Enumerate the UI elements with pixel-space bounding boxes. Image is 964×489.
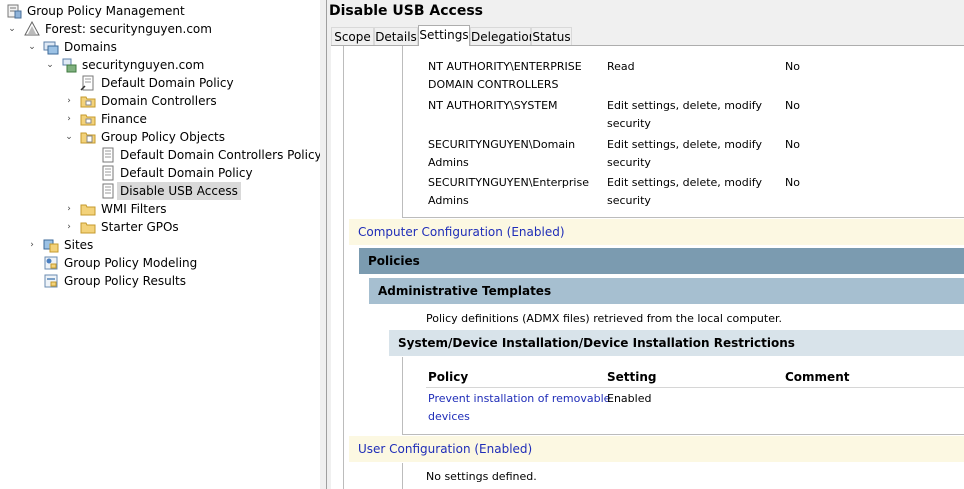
delegation-inherited: No xyxy=(785,99,800,112)
tree-node-gpo[interactable]: Default Domain Policy xyxy=(0,164,320,182)
domain-icon xyxy=(62,58,77,73)
gpo-folder-icon xyxy=(80,132,96,144)
policies-heading[interactable]: Policies xyxy=(359,248,964,274)
tab-scope[interactable]: Scope xyxy=(331,27,374,45)
chevron-right-icon[interactable]: › xyxy=(64,114,74,124)
delegation-name: NT AUTHORITY\ENTERPRISE DOMAIN CONTROLLER… xyxy=(428,60,582,91)
settings-report[interactable]: NT AUTHORITY\ENTERPRISE DOMAIN CONTROLLER… xyxy=(331,45,964,489)
gpo-icon xyxy=(102,147,114,163)
delegation-permission: Edit settings, delete, modify security xyxy=(607,176,762,207)
folder-icon xyxy=(80,222,96,234)
tree-node-finance[interactable]: › Finance xyxy=(0,110,320,128)
delegation-name: SECURITYNGUYEN\Enterprise Admins xyxy=(428,176,589,207)
chevron-right-icon[interactable]: › xyxy=(27,240,37,250)
tree-node-starter-gpos[interactable]: › Starter GPOs xyxy=(0,218,320,236)
gpo-link-icon xyxy=(80,75,94,91)
pane-splitter[interactable] xyxy=(320,0,327,489)
delegation-inherited: No xyxy=(785,176,800,189)
category-heading[interactable]: System/Device Installation/Device Instal… xyxy=(389,330,964,356)
tree-label: Starter GPOs xyxy=(101,220,179,234)
computer-configuration-heading[interactable]: Computer Configuration (Enabled) xyxy=(349,219,964,245)
policy-link[interactable]: Prevent installation of removable devices xyxy=(428,390,610,426)
tree-node-results[interactable]: Group Policy Results xyxy=(0,272,320,290)
tree-node-gpo[interactable]: Default Domain Controllers Policy xyxy=(0,146,320,164)
tree-node-gpm-root[interactable]: Group Policy Management xyxy=(0,2,320,20)
delegation-inherited: No xyxy=(785,138,800,151)
sites-icon xyxy=(43,239,59,253)
column-header-comment: Comment xyxy=(785,370,850,384)
tree-node-wmi-filters[interactable]: › WMI Filters xyxy=(0,200,320,218)
delegation-name: SECURITYNGUYEN\Domain Admins xyxy=(428,138,576,169)
user-section-border xyxy=(402,463,403,489)
tree-label: Default Domain Policy xyxy=(101,76,234,90)
tree-node-sites[interactable]: › Sites xyxy=(0,236,320,254)
tab-settings[interactable]: Settings xyxy=(418,25,470,46)
chevron-down-icon[interactable]: ⌄ xyxy=(64,132,74,142)
delegation-permission: Read xyxy=(607,60,635,73)
domains-icon xyxy=(43,41,59,55)
tree-label: Finance xyxy=(101,112,147,126)
tree-label: Sites xyxy=(64,238,94,252)
console-tree[interactable]: Group Policy Management ⌄ Forest: securi… xyxy=(0,0,321,489)
tree-label: Group Policy Objects xyxy=(101,130,226,144)
ou-folder-icon xyxy=(80,114,96,126)
tree-node-gpo-folder[interactable]: ⌄ Group Policy Objects xyxy=(0,128,320,146)
tree-label: securitynguyen.com xyxy=(82,58,205,72)
delegation-permission: Edit settings, delete, modify security xyxy=(607,99,762,130)
tree-node-forest[interactable]: ⌄ Forest: securitynguyen.com xyxy=(0,20,320,38)
chevron-down-icon[interactable]: ⌄ xyxy=(45,60,55,70)
chevron-right-icon[interactable]: › xyxy=(64,96,74,106)
admin-templates-heading[interactable]: Administrative Templates xyxy=(369,278,964,304)
tree-node-default-domain-policy-link[interactable]: Default Domain Policy xyxy=(0,74,320,92)
tab-status[interactable]: Status xyxy=(531,27,572,45)
gpo-icon xyxy=(102,165,114,181)
chevron-down-icon[interactable]: ⌄ xyxy=(7,24,17,34)
tree-label: Default Domain Policy xyxy=(120,166,253,180)
folder-icon xyxy=(80,204,96,216)
tree-node-domain-controllers[interactable]: › Domain Controllers xyxy=(0,92,320,110)
tree-node-domain[interactable]: ⌄ securitynguyen.com xyxy=(0,56,320,74)
policy-table-border xyxy=(402,357,403,435)
tree-node-modeling[interactable]: Group Policy Modeling xyxy=(0,254,320,272)
delegation-inherited: No xyxy=(785,60,800,73)
tree-label: Domain Controllers xyxy=(101,94,217,108)
tree-label: Forest: securitynguyen.com xyxy=(45,22,212,36)
tree-node-domains[interactable]: ⌄ Domains xyxy=(0,38,320,56)
results-icon xyxy=(44,274,58,288)
tree-label: Disable USB Access xyxy=(117,182,241,200)
tree-node-gpo-selected[interactable]: Disable USB Access xyxy=(0,182,320,200)
chevron-right-icon[interactable]: › xyxy=(64,204,74,214)
header-underline xyxy=(426,387,964,388)
forest-icon xyxy=(24,21,40,36)
tree-label: Group Policy Management xyxy=(27,4,185,18)
tree-label: Group Policy Results xyxy=(64,274,187,288)
tree-label: Default Domain Controllers Policy xyxy=(120,148,321,162)
tree-label: WMI Filters xyxy=(101,202,167,216)
policy-setting: Enabled xyxy=(607,392,652,405)
page-title: Disable USB Access xyxy=(329,3,483,19)
no-settings-note: No settings defined. xyxy=(426,470,537,483)
report-border-inner xyxy=(402,46,403,218)
ou-folder-icon xyxy=(80,96,96,108)
column-header-policy: Policy xyxy=(428,370,469,384)
tab-details[interactable]: Details xyxy=(374,27,418,45)
chevron-right-icon[interactable]: › xyxy=(64,222,74,232)
delegation-name: NT AUTHORITY\SYSTEM xyxy=(428,99,558,112)
user-configuration-heading[interactable]: User Configuration (Enabled) xyxy=(349,436,964,462)
delegation-permission: Edit settings, delete, modify security xyxy=(607,138,762,169)
modeling-icon xyxy=(44,256,58,270)
policy-definitions-note: Policy definitions (ADMX files) retrieve… xyxy=(426,312,782,325)
tab-delegation[interactable]: Delegation xyxy=(470,27,536,45)
column-header-setting: Setting xyxy=(607,370,657,384)
gpo-icon xyxy=(102,183,114,199)
gpm-console-icon xyxy=(7,4,22,19)
tree-label: Group Policy Modeling xyxy=(64,256,198,270)
chevron-down-icon[interactable]: ⌄ xyxy=(27,42,37,52)
details-pane: Disable USB Access Scope Details Setting… xyxy=(327,0,964,489)
report-border-left xyxy=(343,46,344,489)
report-divider xyxy=(402,217,964,218)
policy-table-divider xyxy=(402,434,964,435)
tree-label: Domains xyxy=(64,40,117,54)
